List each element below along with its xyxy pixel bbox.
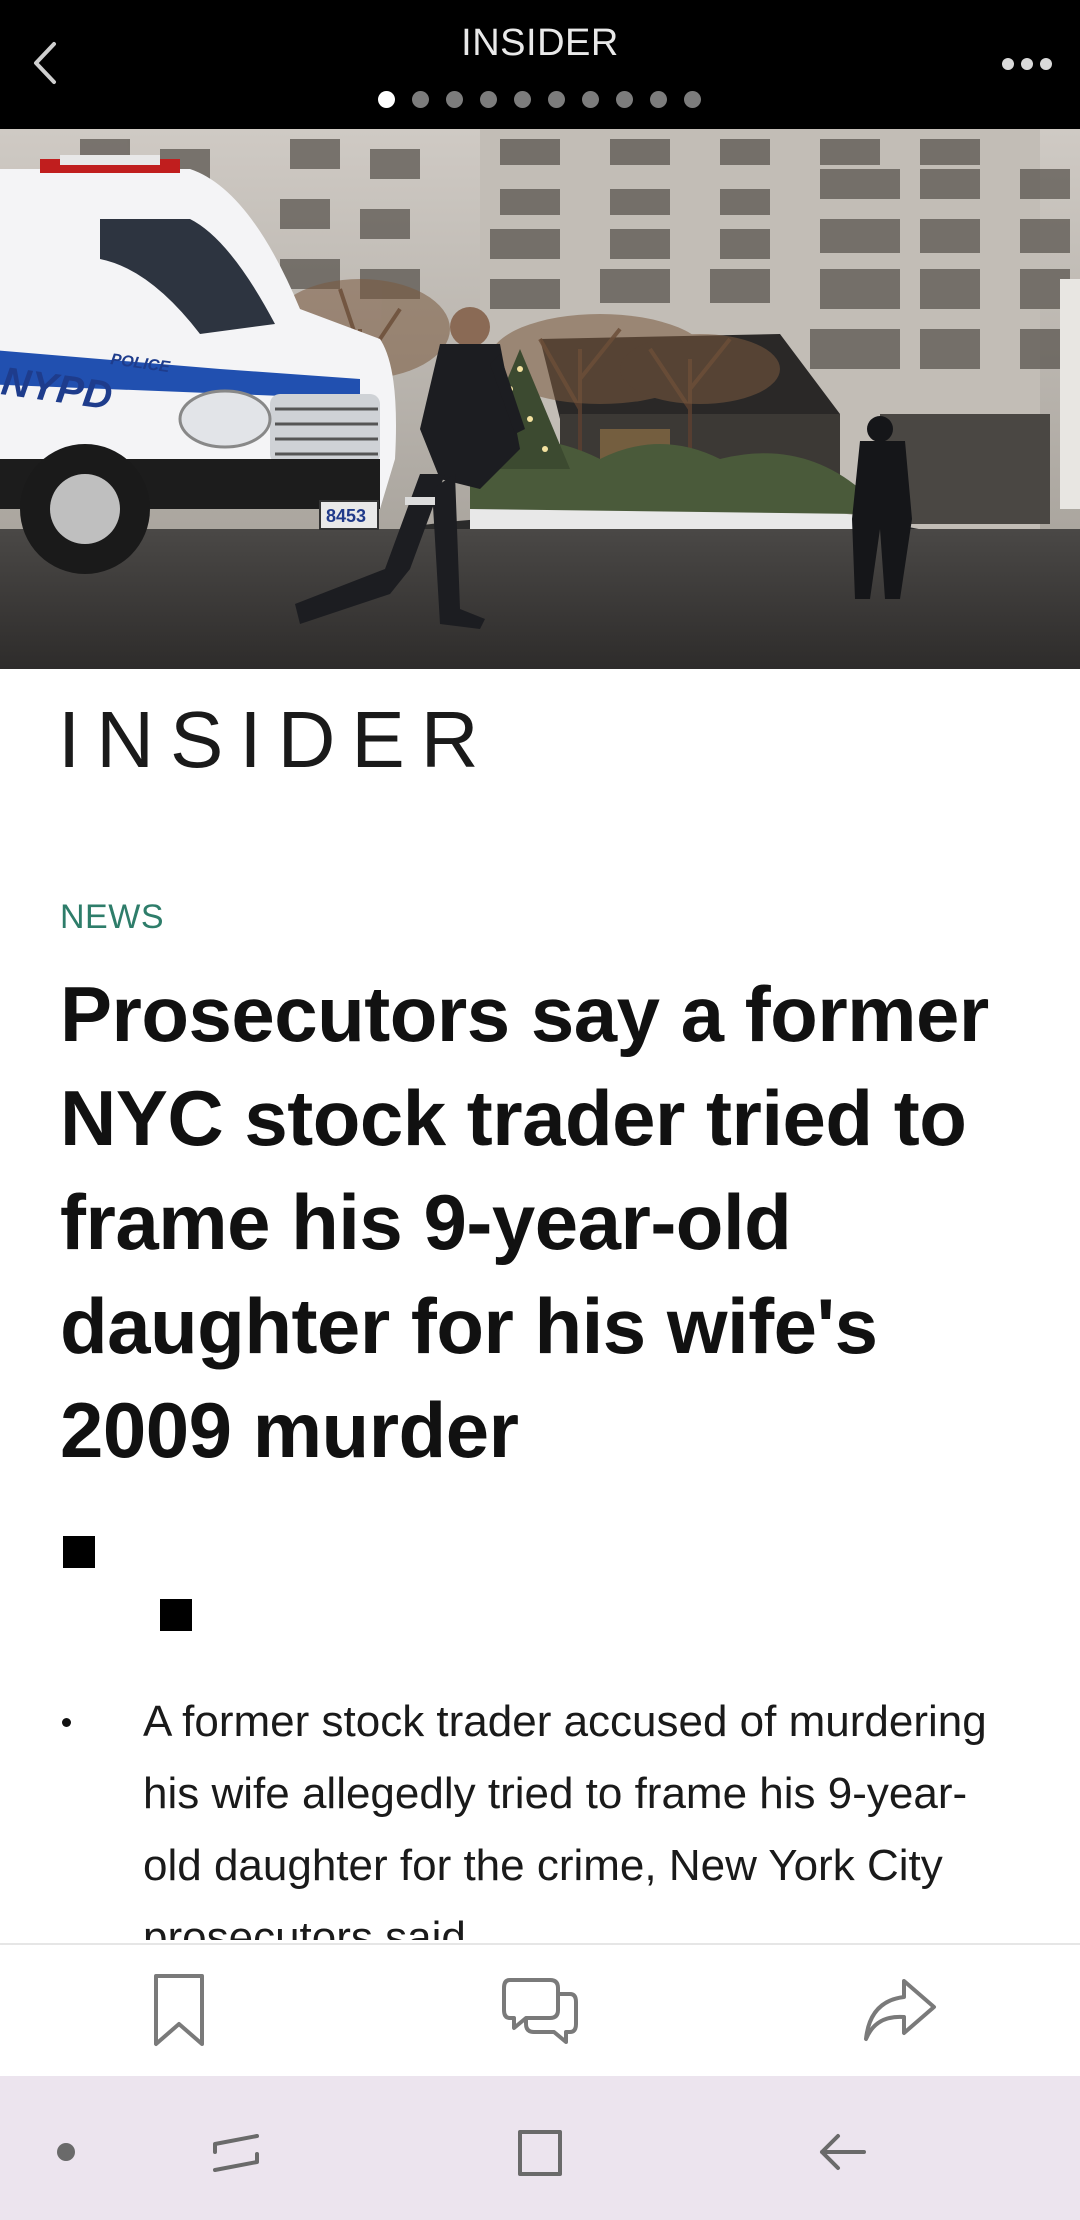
bullet-text: A former stock trader accused of murderi… bbox=[143, 1697, 987, 1940]
article-body: A former stock trader accused of murderi… bbox=[0, 1600, 1080, 1940]
article-headline: Prosecutors say a former NYC stock trade… bbox=[60, 970, 989, 1474]
share-button[interactable] bbox=[855, 1965, 945, 2055]
comments-icon bbox=[502, 1978, 578, 2044]
home-icon bbox=[518, 2130, 562, 2176]
home-button[interactable] bbox=[500, 2112, 580, 2192]
page-indicator-dot[interactable] bbox=[616, 91, 633, 108]
system-back-button[interactable] bbox=[802, 2112, 882, 2192]
page-indicator-dot[interactable] bbox=[412, 91, 429, 108]
page-indicator-dot[interactable] bbox=[684, 91, 701, 108]
top-bar: INSIDER bbox=[0, 0, 1080, 129]
article-action-bar bbox=[0, 1943, 1080, 2076]
page-indicator-dot[interactable] bbox=[378, 91, 395, 108]
publisher-logo: INSIDER bbox=[58, 695, 495, 784]
recent-apps-icon bbox=[213, 2134, 259, 2172]
page-indicator-dot[interactable] bbox=[650, 91, 667, 108]
dot-icon bbox=[57, 2143, 75, 2161]
bookmark-button[interactable] bbox=[134, 1965, 224, 2055]
page-indicator-dot[interactable] bbox=[582, 91, 599, 108]
page-indicator-dot[interactable] bbox=[514, 91, 531, 108]
page-indicator-dot[interactable] bbox=[548, 91, 565, 108]
hero-image[interactable]: 8453 NYPD POLICE bbox=[0, 129, 1080, 669]
app-title: INSIDER bbox=[461, 22, 619, 64]
hero-photo: 8453 NYPD POLICE bbox=[0, 129, 1080, 669]
bookmark-icon bbox=[154, 1974, 204, 2046]
system-nav-bar bbox=[0, 2076, 1080, 2220]
page-indicator-dot[interactable] bbox=[480, 91, 497, 108]
page-indicator bbox=[378, 91, 701, 109]
nav-dot-button[interactable] bbox=[26, 2112, 106, 2192]
more-dots-icon bbox=[1002, 58, 1052, 70]
plate-text: 8453 bbox=[326, 506, 366, 526]
share-icon bbox=[864, 1979, 936, 2041]
more-options-button[interactable] bbox=[992, 36, 1062, 92]
back-arrow-icon bbox=[820, 2134, 866, 2170]
comments-button[interactable] bbox=[495, 1965, 585, 2055]
recent-apps-button[interactable] bbox=[196, 2112, 276, 2192]
category-label[interactable]: NEWS bbox=[60, 898, 164, 937]
bullet-marker bbox=[62, 1718, 71, 1727]
image-placeholder-square bbox=[63, 1536, 95, 1568]
page-indicator-dot[interactable] bbox=[446, 91, 463, 108]
